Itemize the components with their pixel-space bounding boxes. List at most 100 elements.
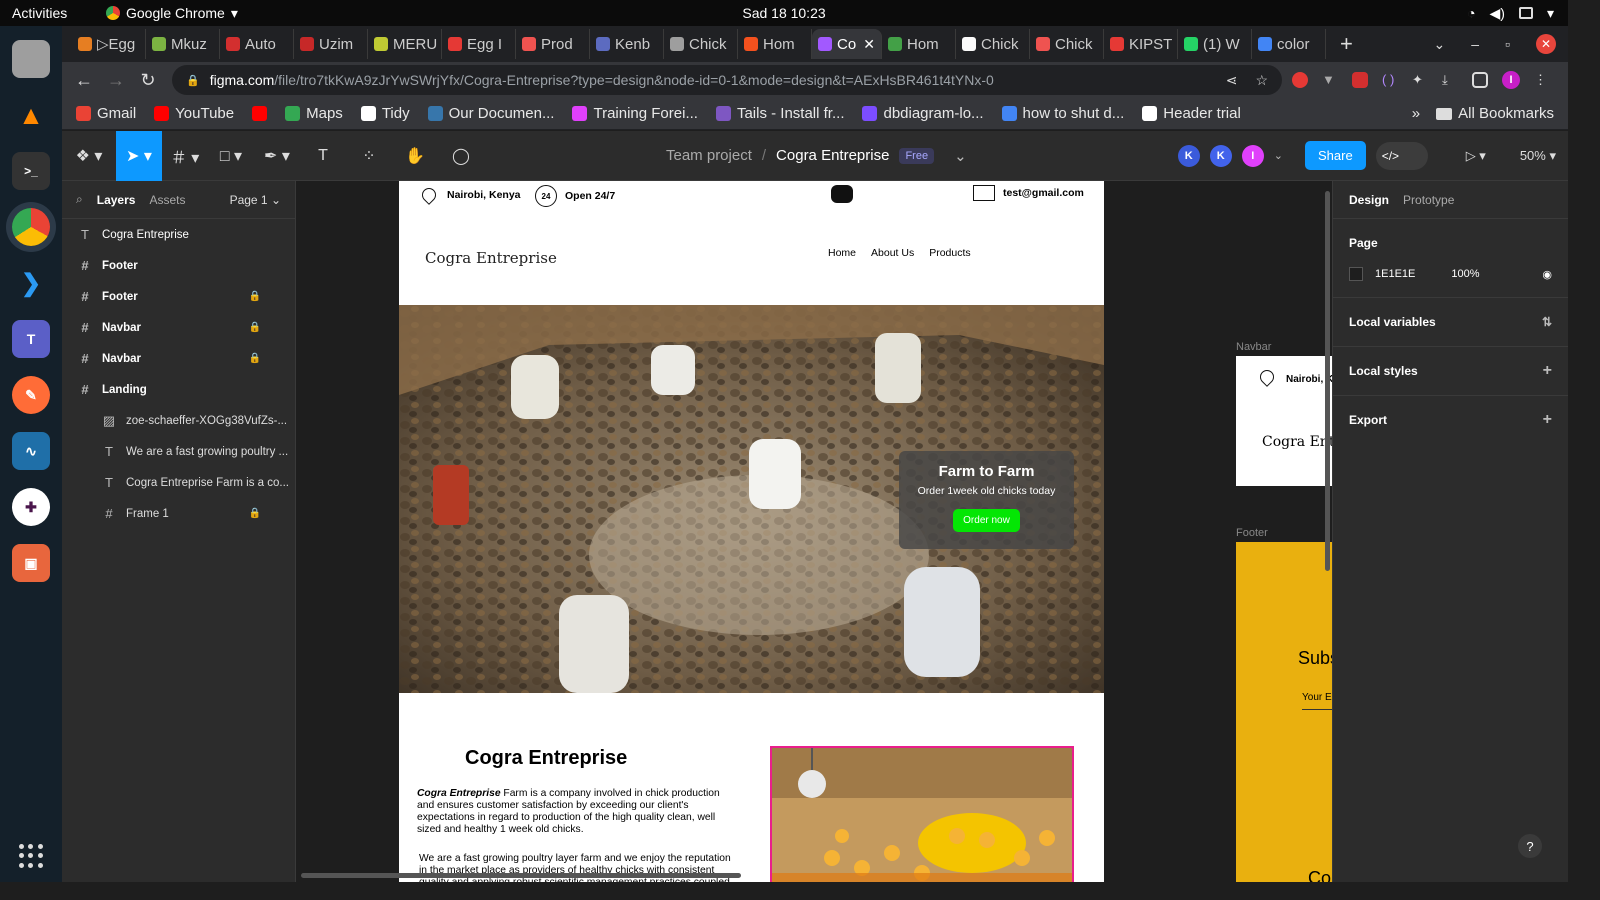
zoom-level[interactable]: 50% ▾ [1520,148,1556,164]
navbar-frame-preview[interactable]: Nairobi, K Cogra Entre [1236,356,1332,486]
forward-button[interactable]: → [100,70,132,91]
resources-tool-icon[interactable]: ⁘ [346,131,392,181]
lock-icon[interactable]: 🔒 [249,322,261,333]
layer-row[interactable]: # Frame 1 🔒 [62,498,295,529]
downloads-icon[interactable]: ⤓ [1442,72,1458,88]
browser-tab[interactable]: ▷Egg [72,29,146,59]
present-icon[interactable]: ▷ ▾ [1466,148,1486,164]
bookmark-item[interactable]: Our Documen... [427,105,554,122]
export-section[interactable]: Export + [1333,396,1568,444]
bookmark-item[interactable]: Training Forei... [572,105,698,122]
bookmark-item[interactable]: Tails - Install fr... [715,105,844,122]
bookmark-item[interactable]: Tidy [360,105,410,122]
browser-tab[interactable]: Uzim [294,29,368,59]
layer-row[interactable]: # Footer 🔒 [62,281,295,312]
move-tool-icon[interactable]: ➤ ▾ [116,130,162,181]
hand-tool-icon[interactable]: ✋ [392,131,438,181]
browser-tab[interactable]: MERU [368,29,442,59]
dev-mode-toggle[interactable]: </> [1375,141,1428,170]
bookmark-item[interactable]: dbdiagram-lo... [862,105,984,122]
minimize-button[interactable]: – [1471,36,1479,52]
impress-icon[interactable]: ▣ [12,544,50,582]
browser-tab[interactable]: Kenb [590,29,664,59]
navbar-frame-label[interactable]: Navbar [1236,341,1271,353]
wireshark-icon[interactable]: ∿ [12,432,50,470]
extension-vue-icon[interactable]: ▼ [1322,72,1338,88]
tab-layers[interactable]: Layers [97,193,136,207]
bookmark-item[interactable]: YouTube [154,105,234,122]
page-color-swatch[interactable] [1349,267,1363,281]
horizontal-scrollbar[interactable] [301,873,741,878]
chevron-down-icon[interactable]: ⌄ [1274,149,1283,162]
browser-tab[interactable]: Hom [738,29,812,59]
close-tab-icon[interactable]: ✕ [863,36,875,53]
add-style-icon[interactable]: + [1543,362,1552,380]
clock[interactable]: Sad 18 10:23 [742,5,825,21]
activities-button[interactable]: Activities [12,5,92,21]
page-background-row[interactable]: 1E1E1E 100% ◉ [1349,267,1552,297]
browser-tab[interactable]: (1) W [1178,29,1252,59]
browser-tab[interactable]: Hom [882,29,956,59]
lock-icon[interactable]: 🔒 [249,291,261,302]
chrome-dock-icon[interactable] [12,208,50,246]
tab-prototype[interactable]: Prototype [1403,193,1454,207]
shape-tool-icon[interactable]: □ ▾ [208,131,254,181]
layer-row[interactable]: T Cogra Entreprise Farm is a co... [62,467,295,498]
bookmark-item[interactable]: how to shut d... [1001,105,1124,122]
layer-row[interactable]: T Cogra Entreprise [62,219,295,250]
vlc-icon[interactable]: ▲ [12,96,50,134]
browser-tab[interactable]: Auto [220,29,294,59]
address-bar[interactable]: 🔒 figma.com/file/tro7tkKwA9zJrYwSWrjYfx/… [172,65,1282,95]
bookmark-item[interactable]: Gmail [76,105,136,122]
tab-search-icon[interactable]: ⌄ [1434,36,1446,53]
teams-icon[interactable]: T [12,320,50,358]
share-page-icon[interactable]: ⋖ [1226,72,1238,89]
browser-tab[interactable]: Prod [516,29,590,59]
site-info-icon[interactable]: 🔒 [186,74,200,87]
file-name[interactable]: Cogra Entreprise [776,147,889,164]
browser-tab[interactable]: Chick [664,29,738,59]
reload-button[interactable]: ↻ [132,70,164,91]
new-tab-button[interactable]: + [1340,31,1353,57]
extensions-puzzle-icon[interactable]: ✦ [1412,72,1428,88]
layer-row[interactable]: ▨ zoe-schaeffer-XOGg38VufZs-... [62,405,295,436]
page-selector[interactable]: Page 1 ⌄ [230,193,281,207]
all-bookmarks-button[interactable]: All Bookmarks [1436,105,1554,122]
back-button[interactable]: ← [68,70,100,91]
comment-tool-icon[interactable]: ◯ [438,131,484,181]
search-icon[interactable]: ⌕ [76,192,83,207]
frame-tool-icon[interactable]: ＃ ▾ [162,131,208,181]
text-tool-icon[interactable]: T [300,131,346,181]
footer-frame-preview[interactable]: Subs Your E Co [1236,542,1332,882]
more-menu-icon[interactable]: ⋮ [1534,72,1547,88]
layer-row[interactable]: # Navbar 🔒 [62,312,295,343]
vscode-icon[interactable]: ❯ [12,264,50,302]
footer-frame-label[interactable]: Footer [1236,527,1268,539]
variables-settings-icon[interactable]: ⇅ [1542,315,1552,329]
pen-tool-icon[interactable]: ✒ ▾ [254,131,300,181]
nav-home[interactable]: Home [828,247,856,259]
browser-tab[interactable]: Chick [956,29,1030,59]
bookmark-star-icon[interactable]: ☆ [1255,72,1268,89]
extension-brackets-icon[interactable]: ( ) [1382,72,1398,88]
chevron-down-icon[interactable]: ⌄ [954,147,967,165]
browser-tab[interactable]: Egg I [442,29,516,59]
side-panel-icon[interactable] [1472,72,1488,88]
browser-tab[interactable]: Mkuz [146,29,220,59]
browser-tab[interactable]: color [1252,29,1326,59]
maximize-button[interactable]: ▫ [1505,36,1510,52]
order-now-button[interactable]: Order now [953,509,1020,532]
vertical-scrollbar[interactable] [1325,191,1330,571]
files-icon[interactable] [12,40,50,78]
system-tray[interactable]: ◔ ◀) ▾ [1467,5,1554,22]
tab-design[interactable]: Design [1349,193,1389,207]
nav-products[interactable]: Products [929,247,970,259]
layer-row[interactable]: T We are a fast growing poultry ... [62,436,295,467]
postman-icon[interactable]: ✎ [12,376,50,414]
layer-row[interactable]: # Landing [62,374,295,405]
browser-tab[interactable]: Chick [1030,29,1104,59]
team-name[interactable]: Team project [666,147,752,164]
app-menu[interactable]: Google Chrome ▾ [106,5,238,22]
figma-main-menu-icon[interactable]: ❖ ▾ [62,131,116,181]
layer-row[interactable]: # Footer [62,250,295,281]
